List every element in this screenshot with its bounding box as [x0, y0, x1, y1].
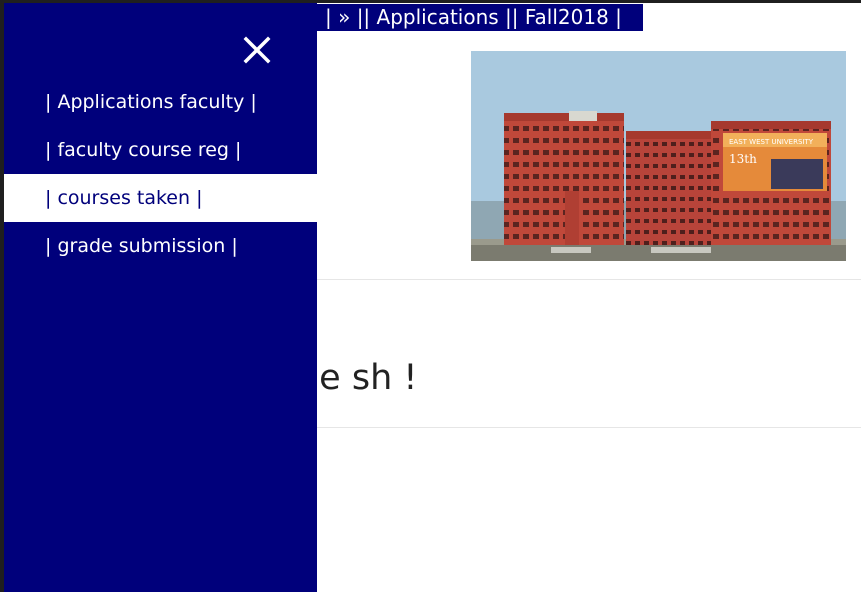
nav-item-courses-taken[interactable]: | courses taken |: [4, 174, 317, 222]
breadcrumb: | » || Applications || Fall2018 |: [317, 4, 643, 31]
svg-text:13th: 13th: [729, 152, 757, 166]
header-divider: [317, 279, 861, 280]
nav-item-applications-faculty[interactable]: | Applications faculty |: [4, 78, 317, 126]
content-divider: [317, 427, 861, 428]
campus-building-photo: EAST WEST UNIVERSITY 13th: [471, 51, 846, 261]
side-navigation: | Applications faculty | | faculty cours…: [4, 3, 317, 592]
nav-item-faculty-course-reg[interactable]: | faculty course reg |: [4, 126, 317, 174]
nav-item-grade-submission[interactable]: | grade submission |: [4, 222, 317, 270]
nav-menu: | Applications faculty | | faculty cours…: [4, 78, 317, 270]
svg-text:EAST WEST UNIVERSITY: EAST WEST UNIVERSITY: [729, 138, 814, 146]
close-icon[interactable]: [242, 35, 272, 65]
